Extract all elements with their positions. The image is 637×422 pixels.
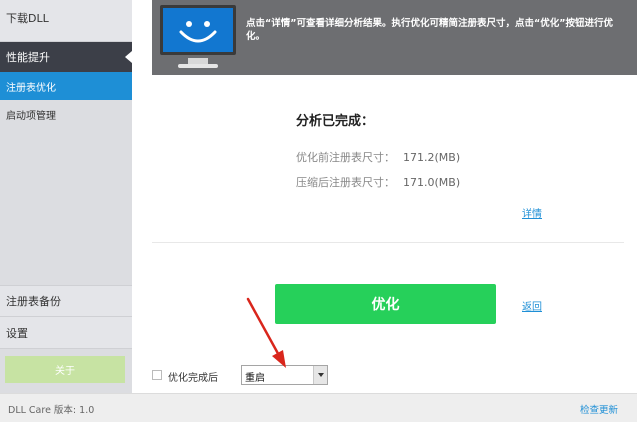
monitor-smile-icon: [160, 5, 236, 55]
sidebar-item-registry-backup[interactable]: 注册表备份: [0, 285, 132, 317]
banner-message: 点击“详情”可查看详细分析结果。执行优化可精简注册表尺寸，点击“优化”按钮进行优…: [246, 18, 613, 42]
info-banner: 点击“详情”可查看详细分析结果。执行优化可精简注册表尺寸，点击“优化”按钮进行优…: [152, 0, 637, 75]
sidebar-item-label: 性能提升: [6, 51, 50, 64]
sidebar-item-settings[interactable]: 设置: [0, 317, 132, 349]
sidebar-item-label: 注册表优化: [6, 82, 56, 94]
after-size-value: 171.0(MB): [403, 176, 461, 189]
select-value: 重启: [245, 373, 265, 384]
optimize-button[interactable]: 优化: [275, 284, 496, 324]
sidebar-item-label: 注册表备份: [6, 295, 61, 308]
sidebar-item-label: 下载DLL: [6, 12, 49, 25]
about-button[interactable]: 关于: [5, 356, 125, 383]
analysis-status-title: 分析已完成：: [296, 114, 375, 129]
sidebar-item-performance[interactable]: 性能提升: [0, 42, 132, 72]
sidebar: 下载DLL 性能提升 注册表优化 启动项管理 注册表备份 设置 关于: [0, 0, 132, 393]
sidebar-item-label: 启动项管理: [6, 110, 56, 122]
after-complete-checkbox[interactable]: [152, 370, 162, 380]
after-complete-select[interactable]: 重启: [241, 365, 328, 385]
active-pointer-icon: [125, 51, 132, 63]
after-size-label: 压缩后注册表尺寸：: [296, 176, 395, 189]
footer: DLL Care 版本: 1.0 检查更新: [0, 393, 637, 422]
version-text: DLL Care 版本: 1.0: [8, 405, 95, 416]
sidebar-item-label: 设置: [6, 326, 28, 340]
check-update-link[interactable]: 检查更新: [580, 402, 618, 416]
back-link[interactable]: 返回: [522, 298, 542, 313]
details-link[interactable]: 详情: [522, 205, 542, 220]
divider: [152, 242, 624, 243]
sidebar-item-startup-manager[interactable]: 启动项管理: [0, 100, 132, 128]
sidebar-item-download-dll[interactable]: 下载DLL: [0, 0, 132, 42]
monitor-base: [178, 64, 218, 68]
after-complete-label: 优化完成后: [168, 373, 218, 384]
before-size-value: 171.2(MB): [403, 151, 461, 164]
sidebar-item-registry-optimize[interactable]: 注册表优化: [0, 72, 132, 100]
after-size-row: 压缩后注册表尺寸： 171.0(MB): [296, 174, 460, 190]
before-size-row: 优化前注册表尺寸： 171.2(MB): [296, 149, 460, 165]
before-size-label: 优化前注册表尺寸：: [296, 151, 395, 164]
chevron-down-icon[interactable]: [313, 366, 327, 384]
